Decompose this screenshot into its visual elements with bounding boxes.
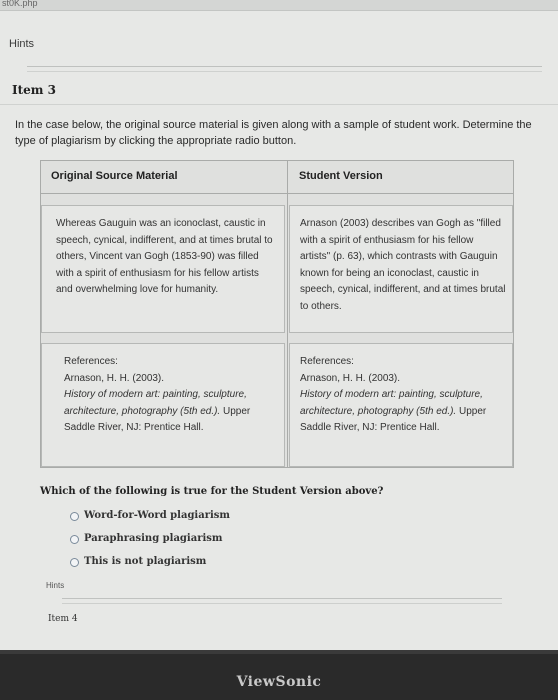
student-text: Arnason (2003) describes van Gogh as "fi…	[300, 218, 506, 312]
monitor-brand-logo: ViewSonic	[236, 674, 322, 690]
hints-divider	[27, 66, 542, 67]
radio-button[interactable]	[70, 557, 79, 567]
references-label: References:	[300, 356, 354, 367]
option-label: This is not plagiarism	[84, 556, 207, 567]
reference-book: History of modern art: painting, sculptu…	[64, 389, 247, 417]
section-divider	[0, 104, 558, 105]
references-label: References:	[64, 356, 118, 367]
option-label: Paraphrasing plagiarism	[84, 533, 223, 544]
browser-top-bar: st0K.php	[0, 0, 558, 11]
header-original: Original Source Material	[51, 170, 178, 182]
file-label: st0K.php	[2, 0, 38, 8]
monitor-bezel	[0, 650, 558, 654]
comparison-table: Original Source Material Student Version…	[40, 160, 514, 468]
column-divider	[287, 161, 288, 467]
hints-link-bottom[interactable]: Hints	[46, 581, 64, 590]
next-item-title: Item 4	[48, 614, 78, 624]
option-not-plagiarism[interactable]: This is not plagiarism	[70, 555, 206, 569]
radio-button[interactable]	[70, 534, 79, 544]
instructions-text: In the case below, the original source m…	[15, 119, 532, 147]
original-references-cell: References: Arnason, H. H. (2003). Histo…	[41, 343, 285, 467]
header-student: Student Version	[299, 170, 383, 182]
original-text-cell: Whereas Gauguin was an iconoclast, caust…	[41, 205, 285, 333]
reference-author: Arnason, H. H. (2003).	[64, 372, 165, 384]
browser-viewport: st0K.php Hints Item 3 In the case below,…	[0, 0, 558, 650]
reference-book: History of modern art: painting, sculptu…	[300, 389, 483, 417]
hints-link-top[interactable]: Hints	[9, 38, 34, 50]
item-title: Item 3	[12, 83, 57, 97]
question-text: Which of the following is true for the S…	[40, 486, 384, 497]
hints-divider	[62, 603, 502, 604]
student-references-cell: References: Arnason, H. H. (2003). Histo…	[289, 343, 513, 467]
option-paraphrasing[interactable]: Paraphrasing plagiarism	[70, 532, 222, 546]
hints-divider	[62, 598, 502, 599]
option-word-for-word[interactable]: Word-for-Word plagiarism	[70, 509, 230, 523]
original-text: Whereas Gauguin was an iconoclast, caust…	[56, 218, 273, 295]
hints-divider	[27, 71, 542, 72]
header-divider	[41, 193, 513, 194]
option-label: Word-for-Word plagiarism	[84, 510, 230, 521]
reference-author: Arnason, H. H. (2003).	[300, 372, 401, 384]
radio-button[interactable]	[70, 511, 79, 521]
student-text-cell: Arnason (2003) describes van Gogh as "fi…	[289, 205, 513, 333]
